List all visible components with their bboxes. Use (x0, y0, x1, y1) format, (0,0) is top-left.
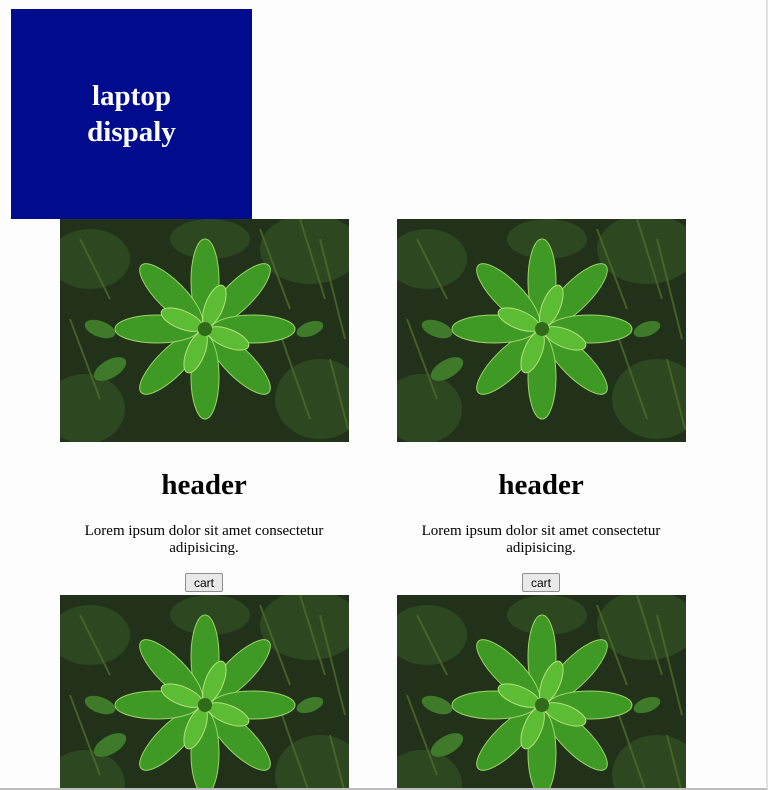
page: laptop dispaly header Lorem ipsum dolor … (0, 0, 768, 790)
banner: laptop dispaly (11, 9, 252, 219)
cart-button[interactable]: cart (184, 573, 223, 592)
cart-button[interactable]: cart (521, 573, 560, 592)
plant-image (397, 595, 686, 790)
plant-image (60, 595, 349, 790)
banner-title: laptop dispaly (87, 80, 176, 148)
plant-image (60, 219, 349, 442)
product-card: header Lorem ipsum dolor sit amet consec… (386, 219, 696, 592)
plant-image (397, 219, 686, 442)
card-header: header (161, 469, 247, 501)
card-description: Lorem ipsum dolor sit amet consectetur a… (421, 523, 661, 556)
card-description: Lorem ipsum dolor sit amet consectetur a… (84, 523, 324, 556)
product-card (49, 595, 359, 790)
product-card: header Lorem ipsum dolor sit amet consec… (49, 219, 359, 592)
product-card (386, 595, 696, 790)
card-header: header (498, 469, 584, 501)
